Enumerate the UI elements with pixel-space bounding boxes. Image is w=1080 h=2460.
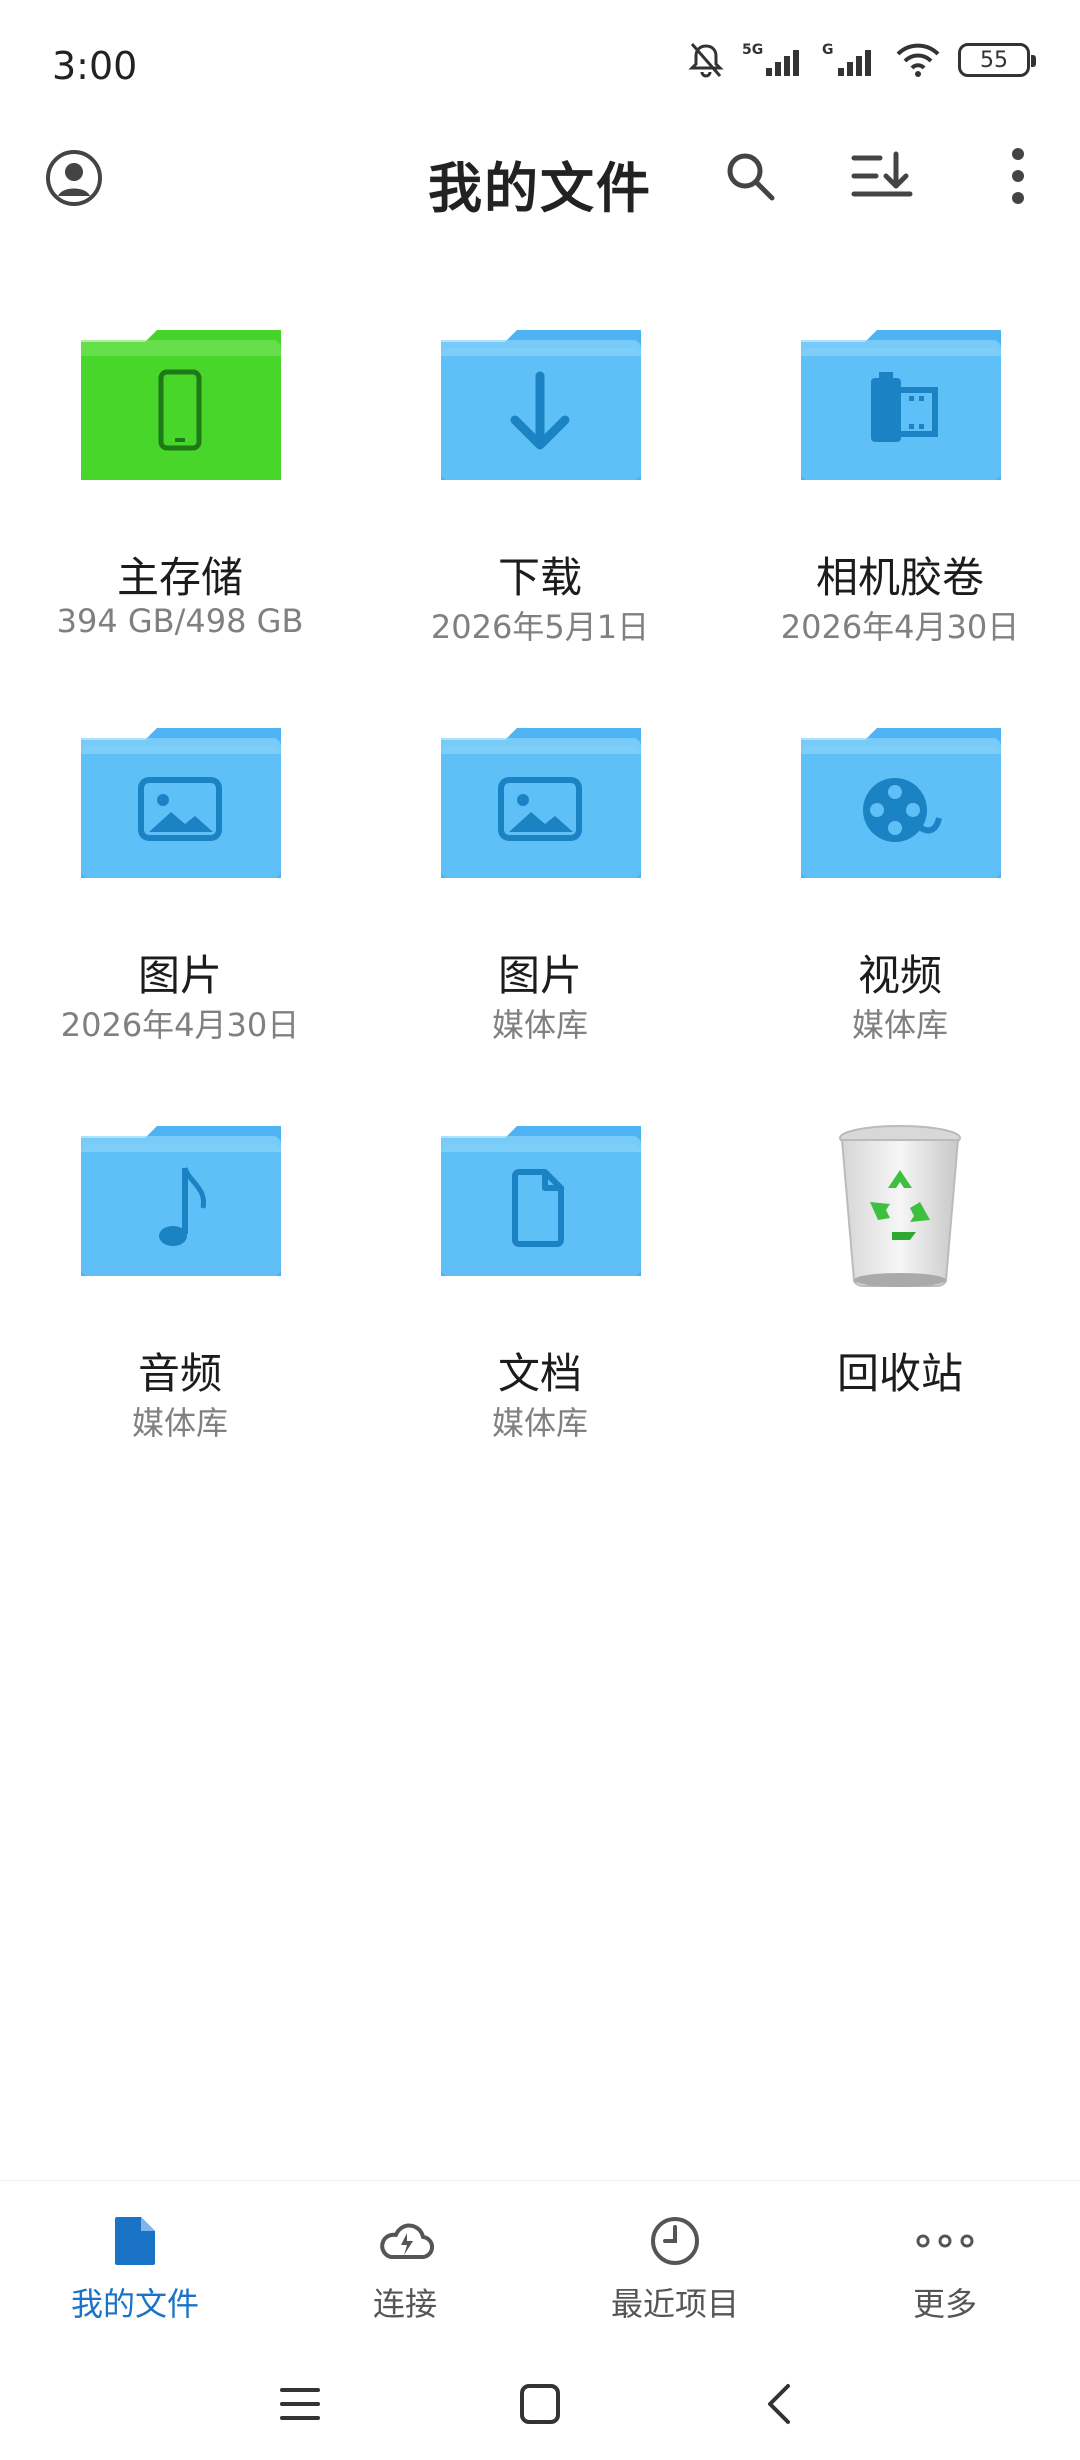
search-icon	[722, 148, 778, 208]
sort-button[interactable]	[850, 146, 914, 210]
svg-text:5G: 5G	[742, 42, 763, 58]
folder-audio[interactable]: 音频 媒体库	[0, 1086, 360, 1484]
tab-connect[interactable]: 连接	[270, 2211, 540, 2331]
folder-subtitle: 2026年5月1日	[430, 608, 650, 646]
folder-pictures-library[interactable]: 图片 媒体库	[360, 688, 720, 1086]
file-icon	[105, 2211, 165, 2271]
film-folder-icon	[720, 320, 1080, 500]
video-folder-icon	[720, 718, 1080, 898]
folder-pictures[interactable]: 图片 2026年4月30日	[0, 688, 360, 1086]
app-bar: 我的文件	[0, 130, 1080, 226]
more-vertical-icon	[1008, 146, 1028, 210]
folder-name: 回收站	[836, 1349, 963, 1398]
folder-subtitle: 媒体库	[131, 1404, 228, 1442]
system-navigation-bar	[0, 2350, 1080, 2460]
menu-icon	[278, 2386, 322, 2426]
folder-subtitle: 媒体库	[851, 1006, 948, 1044]
folder-subtitle: 394 GB/498 GB	[56, 602, 304, 640]
more-horizontal-icon	[915, 2211, 975, 2271]
folder-subtitle: 2026年4月30日	[780, 608, 1020, 646]
cloud-icon	[375, 2211, 435, 2271]
home-button[interactable]	[508, 2374, 572, 2438]
status-icons: 5G G 55	[686, 40, 1036, 80]
home-icon	[518, 2382, 562, 2430]
page-title: 我的文件	[428, 157, 652, 220]
status-bar: 3:00 5G G 55	[0, 0, 1080, 130]
tab-label: 连接	[372, 2285, 437, 2323]
recycle-bin-icon	[720, 1116, 1080, 1296]
image-folder-icon	[360, 718, 720, 898]
music-folder-icon	[0, 1116, 360, 1296]
folder-name: 相机胶卷	[815, 553, 984, 602]
battery-icon: 55	[958, 43, 1036, 77]
document-folder-icon	[360, 1116, 720, 1296]
folder-camera-roll[interactable]: 相机胶卷 2026年4月30日	[720, 290, 1080, 688]
folder-documents[interactable]: 文档 媒体库	[360, 1086, 720, 1484]
svg-text:G: G	[822, 42, 834, 58]
recent-apps-button[interactable]	[268, 2374, 332, 2438]
folder-name: 图片	[497, 951, 582, 1000]
folder-name: 文档	[497, 1349, 582, 1398]
back-icon	[764, 2382, 796, 2430]
folder-name: 下载	[497, 553, 582, 602]
more-options-button[interactable]	[986, 146, 1050, 210]
search-button[interactable]	[718, 146, 782, 210]
tab-recent[interactable]: 最近项目	[540, 2211, 810, 2331]
folder-subtitle: 2026年4月30日	[60, 1006, 300, 1044]
folder-name: 视频	[857, 951, 942, 1000]
bell-off-icon	[686, 40, 726, 80]
tab-more[interactable]: 更多	[810, 2211, 1080, 2331]
signal-g-icon: G	[822, 40, 878, 80]
download-folder-icon	[360, 320, 720, 500]
tab-label: 更多	[912, 2285, 977, 2323]
wifi-icon	[894, 40, 942, 80]
phone-folder-icon	[0, 320, 360, 500]
folder-videos[interactable]: 视频 媒体库	[720, 688, 1080, 1086]
folder-recycle-bin[interactable]: 回收站	[720, 1086, 1080, 1484]
folder-downloads[interactable]: 下载 2026年5月1日	[360, 290, 720, 688]
tab-my-files[interactable]: 我的文件	[0, 2211, 270, 2331]
clock-icon	[645, 2211, 705, 2271]
back-button[interactable]	[748, 2374, 812, 2438]
battery-level: 55	[980, 47, 1008, 73]
image-folder-icon	[0, 718, 360, 898]
signal-5g-icon: 5G	[742, 40, 806, 80]
tab-label: 我的文件	[70, 2285, 199, 2323]
sort-icon	[850, 148, 914, 208]
folder-name: 音频	[137, 1349, 222, 1398]
status-time: 3:00	[52, 44, 138, 88]
folder-name: 图片	[137, 951, 222, 1000]
bottom-navigation: 我的文件 连接 最近项目 更多	[0, 2180, 1080, 2330]
folder-subtitle: 媒体库	[491, 1404, 588, 1442]
folder-main-storage[interactable]: 主存储 394 GB/498 GB	[0, 290, 360, 688]
tab-label: 最近项目	[610, 2285, 739, 2323]
folder-subtitle: 媒体库	[491, 1006, 588, 1044]
folder-name: 主存储	[116, 553, 243, 602]
